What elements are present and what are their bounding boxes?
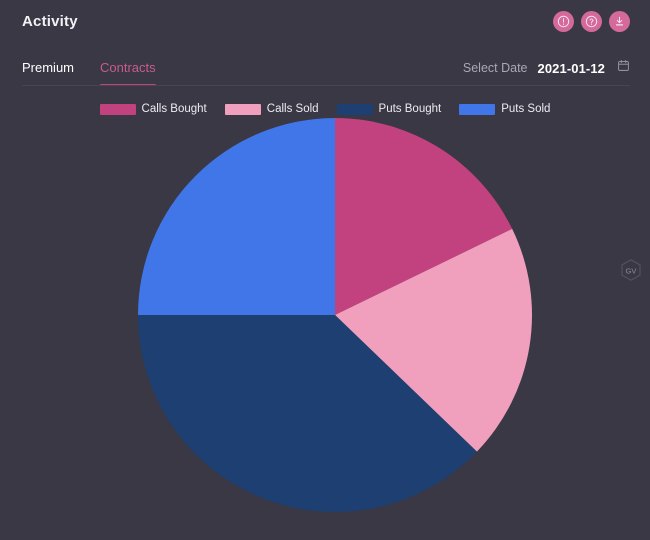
tab-contracts[interactable]: Contracts [100,60,156,86]
header-actions [553,10,630,32]
legend-label-calls-bought: Calls Bought [141,103,207,115]
tab-bar-divider [22,85,630,86]
pie-slice[interactable] [138,118,335,315]
help-icon-button[interactable] [581,10,602,32]
tab-premium[interactable]: Premium [22,60,74,86]
legend-item-calls-sold[interactable]: Calls Sold [224,103,319,115]
legend-swatch-puts-bought [336,103,373,115]
legend-label-puts-bought: Puts Bought [378,103,442,115]
selected-date-value[interactable]: 2021-01-12 [538,61,606,76]
chart-area: GV [0,118,650,518]
legend-swatch-puts-sold [459,103,496,115]
pie-chart[interactable] [138,118,532,518]
legend-item-puts-sold[interactable]: Puts Sold [459,103,550,115]
app-header: Activity [0,0,650,42]
gv-watermark-badge: GV [619,258,643,282]
alert-icon-button[interactable] [553,10,574,32]
tab-bar: Premium Contracts Select Date 2021-01-12 [0,42,650,86]
select-date-label: Select Date [462,61,528,75]
alert-icon [557,15,570,28]
page-title: Activity [22,12,78,30]
question-mark-icon [585,15,598,28]
date-picker[interactable]: Select Date 2021-01-12 [463,59,630,86]
tab-list: Premium Contracts [22,42,156,86]
legend-label-calls-sold: Calls Sold [266,103,319,115]
download-icon [613,15,626,28]
chart-legend: Calls Bought Calls Sold Puts Bought Puts… [0,102,650,116]
legend-swatch-calls-bought [99,103,136,115]
svg-text:GV: GV [626,266,638,275]
legend-label-puts-sold: Puts Sold [501,103,551,115]
download-icon-button[interactable] [609,10,630,32]
calendar-icon[interactable] [617,59,630,77]
legend-item-puts-bought[interactable]: Puts Bought [336,103,442,115]
legend-item-calls-bought[interactable]: Calls Bought [99,103,207,115]
legend-swatch-calls-sold [224,103,261,115]
